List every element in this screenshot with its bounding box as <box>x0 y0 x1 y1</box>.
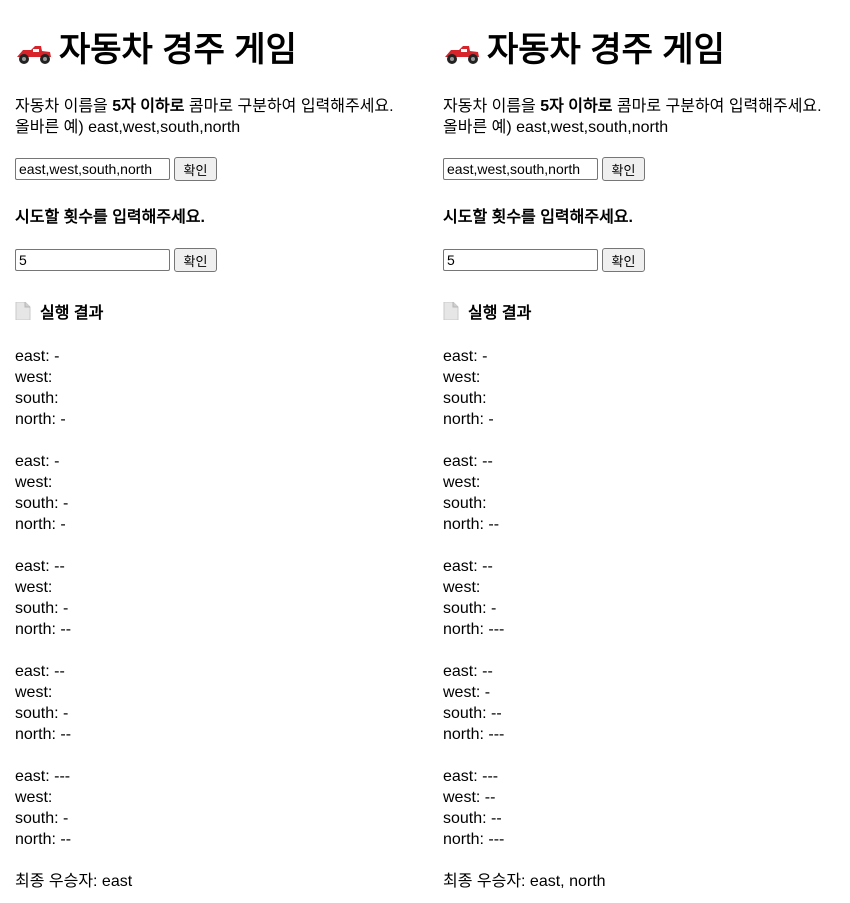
result-line: north: --- <box>443 621 505 638</box>
result-line: east: -- <box>443 453 493 470</box>
count-prompt: 시도할 횟수를 입력해주세요. <box>15 209 205 226</box>
final-winner: 최종 우승자: east <box>15 873 133 890</box>
round-result: east: --- west: -- south: -- north: --- <box>443 766 504 850</box>
result-line: north: --- <box>443 726 505 743</box>
instructions: 자동차 이름을 5자 이하로 콤마로 구분하여 입력해주세요. 올바른 예) e… <box>443 96 822 138</box>
result-line: south: - <box>15 705 69 722</box>
result-line: east: -- <box>15 663 65 680</box>
result-line: east: --- <box>443 768 499 785</box>
result-line: north: - <box>15 411 66 428</box>
page-document-icon <box>15 302 31 320</box>
race-results: east: - west: south: north: - east: - we… <box>15 346 71 871</box>
result-heading-text: 실행 결과 <box>40 305 104 322</box>
count-submit-button[interactable]: 확인 <box>174 248 217 272</box>
result-line: north: - <box>443 411 494 428</box>
round-result: east: -- west: south: - north: -- <box>15 556 71 640</box>
final-winner: 최종 우승자: east, north <box>443 873 606 890</box>
round-result: east: - west: south: north: - <box>15 346 71 430</box>
racing-car-icon <box>445 46 479 64</box>
instruction-bold: 5자 이하로 <box>112 98 185 115</box>
result-line: west: <box>443 369 485 386</box>
instruction-line: 자동차 이름을 5자 이하로 콤마로 구분하여 입력해주세요. <box>15 96 394 117</box>
result-line: east: -- <box>15 558 65 575</box>
round-result: east: -- west: south: north: -- <box>443 451 504 535</box>
result-heading: 실행 결과 <box>15 299 103 323</box>
result-line: west: -- <box>443 789 496 806</box>
names-submit-button[interactable]: 확인 <box>174 157 217 181</box>
result-line: north: -- <box>443 516 500 533</box>
result-heading-text: 실행 결과 <box>468 305 532 322</box>
names-form: 확인 <box>443 157 645 181</box>
names-submit-button[interactable]: 확인 <box>602 157 645 181</box>
result-line: north: -- <box>15 621 72 638</box>
result-line: west: <box>443 474 485 491</box>
racing-car-icon <box>17 46 51 64</box>
result-line: north: -- <box>15 831 72 848</box>
page-title: 자동차 경주 게임 <box>443 30 725 70</box>
count-form: 확인 <box>443 248 645 272</box>
instruction-pre: 자동차 이름을 <box>443 98 541 115</box>
page-title-text: 자동차 경주 게임 <box>487 31 725 69</box>
instruction-line: 자동차 이름을 5자 이하로 콤마로 구분하여 입력해주세요. <box>443 96 822 117</box>
example-line: 올바른 예) east,west,south,north <box>15 119 241 136</box>
result-heading: 실행 결과 <box>443 299 531 323</box>
round-result: east: --- west: south: - north: -- <box>15 766 71 850</box>
instruction-pre: 자동차 이름을 <box>15 98 113 115</box>
result-line: south: - <box>15 600 69 617</box>
instructions: 자동차 이름을 5자 이하로 콤마로 구분하여 입력해주세요. 올바른 예) e… <box>15 96 394 138</box>
result-line: south: <box>15 390 64 407</box>
car-names-input[interactable] <box>15 158 170 180</box>
racing-count-input[interactable] <box>15 249 170 271</box>
round-result: east: - west: south: - north: - <box>15 451 71 535</box>
result-line: north: - <box>15 516 66 533</box>
car-names-input[interactable] <box>443 158 598 180</box>
result-line: west: <box>15 579 57 596</box>
count-prompt: 시도할 횟수를 입력해주세요. <box>443 209 633 226</box>
result-line: west: <box>15 684 57 701</box>
result-line: west: <box>15 789 57 806</box>
result-line: east: - <box>15 453 60 470</box>
result-line: west: <box>15 474 57 491</box>
instruction-post: 콤마로 구분하여 입력해주세요. <box>612 98 822 115</box>
result-line: east: --- <box>15 768 71 785</box>
result-line: west: - <box>443 684 491 701</box>
result-line: west: <box>443 579 485 596</box>
result-line: south: -- <box>443 705 502 722</box>
count-submit-button[interactable]: 확인 <box>602 248 645 272</box>
round-result: east: -- west: south: - north: --- <box>443 556 504 640</box>
names-form: 확인 <box>15 157 217 181</box>
result-line: south: - <box>443 600 497 617</box>
count-form: 확인 <box>15 248 217 272</box>
result-line: east: -- <box>443 558 493 575</box>
result-line: east: - <box>15 348 60 365</box>
round-result: east: -- west: south: - north: -- <box>15 661 71 745</box>
result-line: east: -- <box>443 663 493 680</box>
result-line: south: <box>443 390 492 407</box>
instruction-post: 콤마로 구분하여 입력해주세요. <box>184 98 394 115</box>
page-title-text: 자동차 경주 게임 <box>59 31 297 69</box>
round-result: east: -- west: - south: -- north: --- <box>443 661 504 745</box>
page-document-icon <box>443 302 459 320</box>
result-line: north: --- <box>443 831 505 848</box>
result-line: north: -- <box>15 726 72 743</box>
race-results: east: - west: south: north: - east: -- w… <box>443 346 504 871</box>
example-line: 올바른 예) east,west,south,north <box>443 119 669 136</box>
round-result: east: - west: south: north: - <box>443 346 504 430</box>
result-line: west: <box>15 369 57 386</box>
result-line: south: <box>443 495 492 512</box>
result-line: east: - <box>443 348 488 365</box>
result-line: south: - <box>15 810 69 827</box>
page-title: 자동차 경주 게임 <box>15 30 297 70</box>
result-line: south: -- <box>443 810 502 827</box>
racing-count-input[interactable] <box>443 249 598 271</box>
result-line: south: - <box>15 495 69 512</box>
instruction-bold: 5자 이하로 <box>540 98 613 115</box>
